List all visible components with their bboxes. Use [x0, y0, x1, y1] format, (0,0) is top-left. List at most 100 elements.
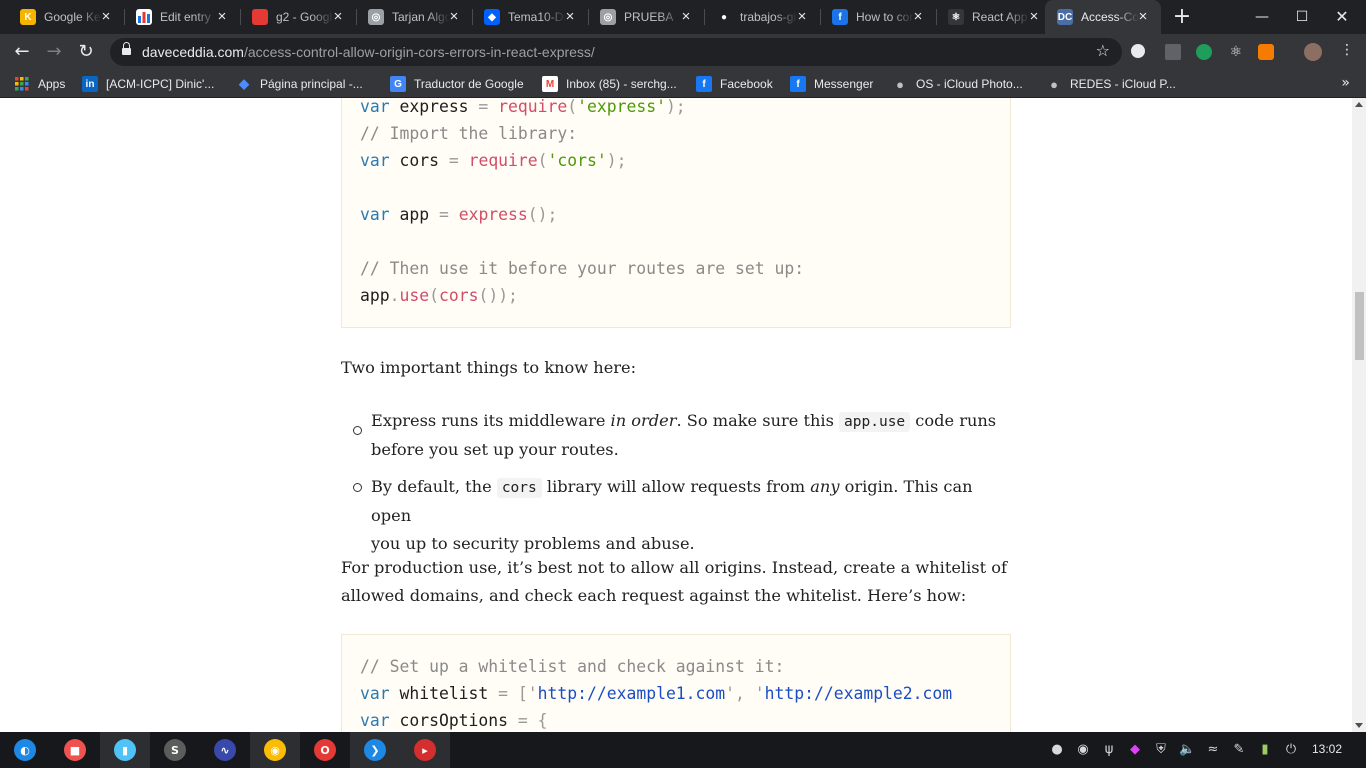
power-icon[interactable]: ⏻	[1283, 742, 1299, 758]
scrollbar-thumb[interactable]	[1355, 292, 1364, 360]
tab[interactable]: ⚛ React App ×	[936, 0, 1053, 34]
taskbar-app[interactable]: ▮	[100, 732, 150, 768]
wifi-icon[interactable]: ≈	[1205, 742, 1221, 758]
tab-close-icon[interactable]: ×	[330, 9, 346, 25]
chrome-icon: ◉	[264, 739, 286, 761]
bookmark-star-icon[interactable]: ☆	[1096, 41, 1110, 60]
tray-app-icon[interactable]: ◉	[1075, 742, 1091, 758]
code-line: var corsOptions = {	[360, 707, 1010, 732]
tab-close-icon[interactable]: ×	[98, 9, 114, 25]
volume-icon[interactable]: 🔈	[1179, 742, 1195, 758]
back-button[interactable]: ←	[8, 38, 36, 66]
code-token: ', '	[725, 684, 765, 703]
clock[interactable]: 13:02	[1312, 742, 1342, 756]
pen-icon[interactable]: ✎	[1231, 742, 1247, 758]
new-tab-button[interactable]: +	[1170, 5, 1194, 29]
tab-title: Access-Control	[1081, 10, 1139, 24]
tab[interactable]: Edit entry ×	[124, 0, 241, 34]
scroll-up-arrow-icon[interactable]	[1355, 102, 1363, 107]
lock-icon	[122, 42, 131, 57]
translate-icon: G	[390, 76, 406, 92]
taskbar-app[interactable]: S	[150, 732, 200, 768]
tab-close-icon[interactable]: ×	[794, 9, 810, 25]
forward-button[interactable]: →	[40, 38, 68, 66]
minimize-button[interactable]: —	[1242, 0, 1282, 34]
tab-title: Google Keep	[44, 10, 102, 24]
taskbar-app[interactable]: ❯	[350, 732, 400, 768]
notification-bubble-icon[interactable]: ●	[1049, 742, 1065, 758]
dropbox-icon: ◆	[484, 9, 500, 25]
bookmark-label: Facebook	[720, 77, 773, 91]
code-token: http://example2.com	[764, 684, 953, 703]
list-bullet	[353, 426, 362, 435]
code-token: app	[389, 205, 439, 224]
profile-avatar[interactable]	[1304, 43, 1322, 61]
taskbar-app[interactable]: ∿	[200, 732, 250, 768]
bookmark-item[interactable]: ◆ Página principal -...	[236, 76, 363, 92]
tab[interactable]: ◆ Tema10-Dropbox×	[472, 0, 589, 34]
bookmark-item[interactable]: Apps	[14, 76, 65, 92]
tab-close-icon[interactable]: ×	[562, 9, 578, 25]
chevron-more-icon[interactable]: »	[1341, 75, 1350, 91]
taskbar-app[interactable]: ■	[50, 732, 100, 768]
code-token: require	[498, 98, 568, 116]
code-token: express	[458, 205, 528, 224]
tab-close-icon[interactable]: ×	[1026, 9, 1042, 25]
react-devtools-icon[interactable]: ⚛	[1228, 44, 1244, 60]
bookmark-item[interactable]: f Messenger	[790, 76, 873, 92]
tab[interactable]: ◎ PRUEBA ×	[588, 0, 705, 34]
tab-close-icon[interactable]: ×	[678, 9, 694, 25]
taskbar-app[interactable]: ▸	[400, 732, 450, 768]
close-window-button[interactable]: ✕	[1322, 0, 1362, 34]
address-bar[interactable]: daveceddia.com/access-control-allow-orig…	[110, 38, 1122, 66]
tab[interactable]: ● trabajos-github×	[704, 0, 821, 34]
tab-close-icon[interactable]: ×	[1135, 9, 1151, 25]
extension-puzzle-icon[interactable]	[1131, 44, 1145, 58]
extension-green-icon[interactable]	[1196, 44, 1212, 60]
tab[interactable]: g2 - Google Slides×	[240, 0, 357, 34]
tab-close-icon[interactable]: ×	[446, 9, 462, 25]
bookmark-item[interactable]: G Traductor de Google	[390, 76, 524, 92]
tab-close-icon[interactable]: ×	[910, 9, 926, 25]
code-line: var cors = require('cors');	[360, 147, 1010, 174]
code-token: // Set up a whitelist and check against …	[360, 657, 785, 676]
usb-icon[interactable]: ψ	[1101, 742, 1117, 758]
battery-icon[interactable]: ▮	[1257, 742, 1273, 758]
url-text[interactable]: daveceddia.com/access-control-allow-orig…	[142, 44, 595, 60]
tab[interactable]: DC Access-Control×	[1045, 0, 1161, 34]
extension-grid-icon[interactable]	[1165, 44, 1181, 60]
maximize-button[interactable]: ☐	[1282, 0, 1322, 34]
code-token: // Import the library:	[360, 124, 578, 143]
tab[interactable]: f How to cors ×	[820, 0, 937, 34]
apple-icon: ●	[1050, 76, 1058, 92]
bookmark-item[interactable]: in [ACM-ICPC] Dinic'...	[82, 76, 214, 92]
code-line: // Import the library:	[360, 120, 1010, 147]
tab[interactable]: ◎ Tarjan Algorithm×	[356, 0, 473, 34]
scroll-down-arrow-icon[interactable]	[1355, 723, 1363, 728]
extension-orange-icon[interactable]	[1258, 44, 1274, 60]
code-block-cors-setup: var express = require('express');// Impo…	[341, 98, 1011, 328]
reload-button[interactable]: ↻	[72, 38, 100, 66]
tab[interactable]: K Google Keep×	[8, 0, 125, 34]
bookmark-item[interactable]: ● OS - iCloud Photo...	[892, 76, 1023, 92]
tab-close-icon[interactable]: ×	[214, 9, 230, 25]
taskbar-app[interactable]: O	[300, 732, 350, 768]
taskbar-app[interactable]: ◉	[250, 732, 300, 768]
code-token: var	[360, 98, 390, 116]
menu-kebab-icon[interactable]: ⋮	[1340, 42, 1354, 58]
shield-icon[interactable]: ⛨	[1153, 742, 1169, 758]
bookmark-label: [ACM-ICPC] Dinic'...	[106, 77, 215, 91]
page-scrollbar[interactable]	[1352, 98, 1366, 732]
code-token: =	[478, 98, 499, 116]
bookmark-item[interactable]: ● REDES - iCloud P...	[1046, 76, 1176, 92]
paragraph-important-things: Two important things to know here:	[341, 358, 637, 377]
tab-title: React App	[972, 10, 1028, 24]
app-store-icon: ▮	[114, 739, 136, 761]
bookmark-item[interactable]: f Facebook	[696, 76, 773, 92]
cube-app-icon[interactable]: ◆	[1127, 742, 1143, 758]
bookmark-item[interactable]: M Inbox (85) - serchg...	[542, 76, 677, 92]
code-token: = ['	[498, 684, 538, 703]
code-token: (	[567, 98, 578, 116]
taskbar-app[interactable]: ◐	[0, 732, 50, 768]
